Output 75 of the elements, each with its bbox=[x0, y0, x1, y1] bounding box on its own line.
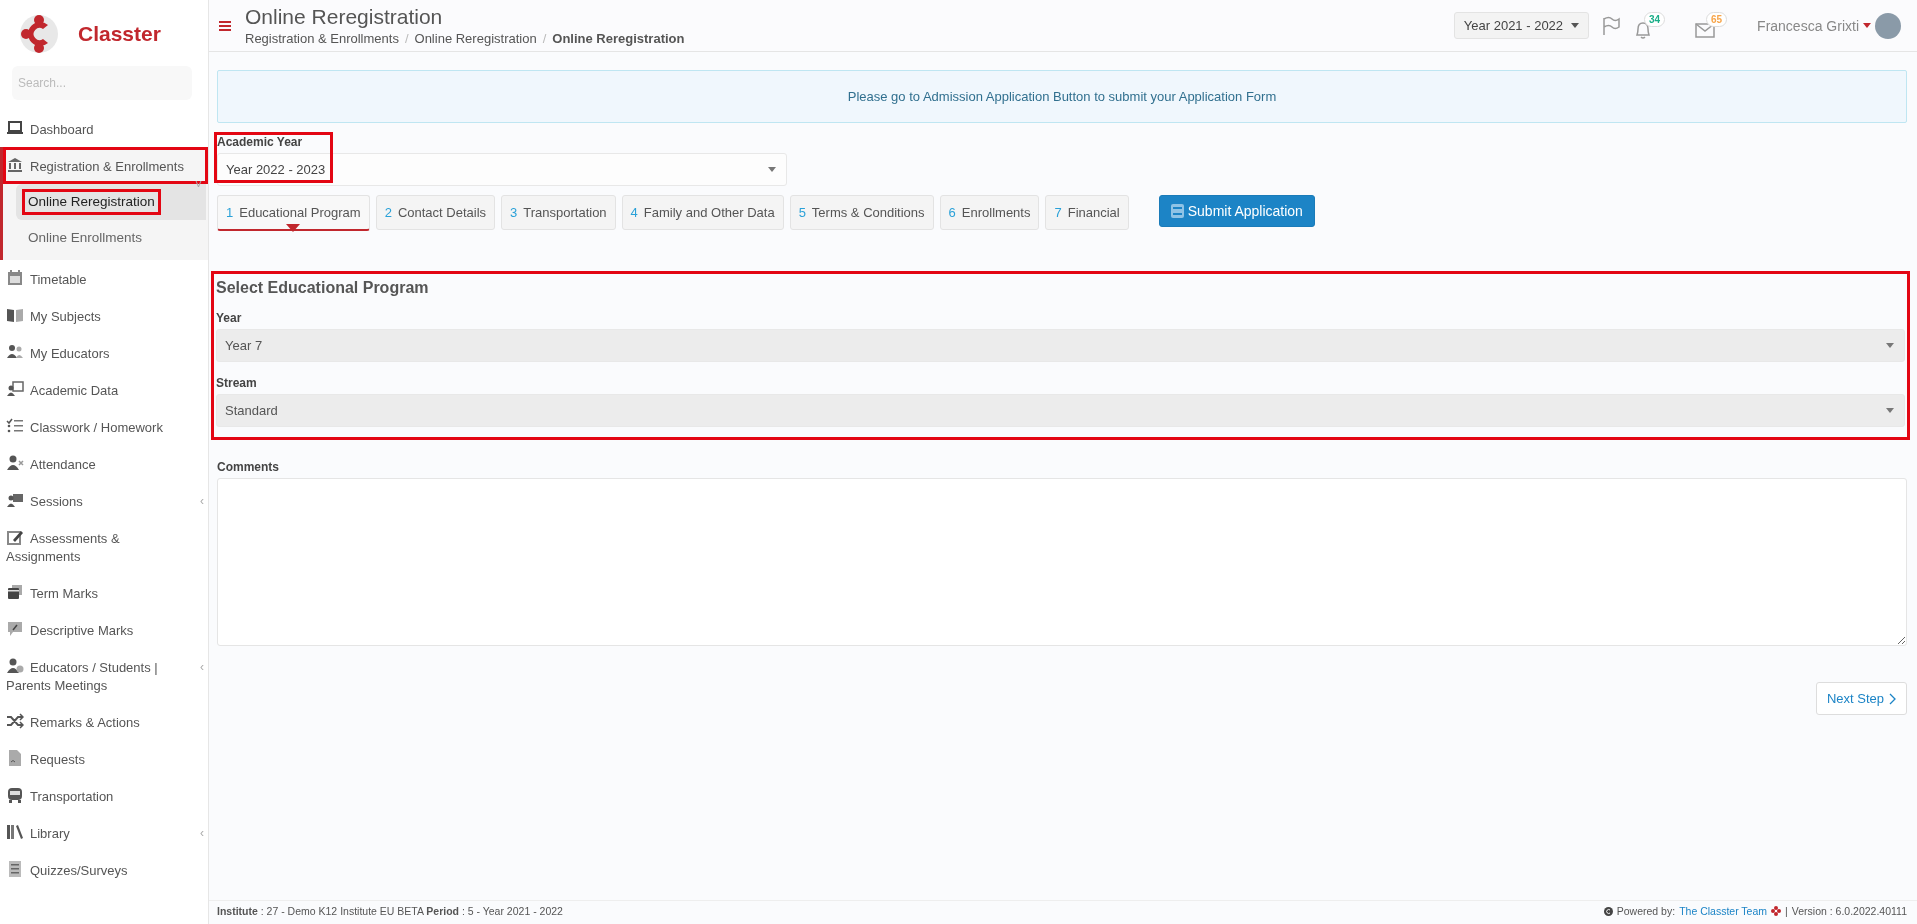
sidebar-item[interactable]: Library ‹ bbox=[0, 814, 208, 851]
sidebar-item[interactable]: Academic Data bbox=[0, 371, 208, 408]
powered-by-label: Powered by: bbox=[1616, 905, 1676, 917]
breadcrumb-item[interactable]: Online Reregistration bbox=[414, 31, 537, 46]
sidebar-item[interactable]: My Educators bbox=[0, 334, 208, 371]
comment-icon bbox=[6, 619, 24, 638]
page-title: Online Reregistration bbox=[245, 5, 444, 29]
flag-icon[interactable] bbox=[1601, 15, 1622, 36]
search-field[interactable]: Search... bbox=[12, 66, 192, 100]
sidebar-item[interactable]: My Subjects bbox=[0, 297, 208, 334]
submenu-item[interactable]: Online Enrollments bbox=[16, 220, 206, 256]
footer-separator: | bbox=[1785, 905, 1788, 917]
save-icon bbox=[1170, 204, 1184, 218]
breadcrumb-item[interactable]: Registration & Enrollments bbox=[245, 31, 399, 46]
step-tab[interactable]: 7 Financial bbox=[1045, 195, 1129, 230]
step-tab[interactable]: 6 Enrollments bbox=[939, 195, 1040, 230]
step-tab[interactable]: 2 Contact Details bbox=[375, 195, 496, 230]
books-icon bbox=[6, 822, 24, 841]
next-step-button[interactable]: Next Step bbox=[1815, 682, 1907, 715]
section-title: Select Educational Program bbox=[216, 279, 430, 297]
sidebar-item[interactable]: Attendance bbox=[0, 445, 208, 482]
comments-field[interactable] bbox=[217, 478, 1907, 646]
cards-icon bbox=[6, 582, 24, 601]
menu-icon[interactable] bbox=[219, 18, 233, 33]
shuffle-icon bbox=[6, 711, 24, 730]
bank-icon bbox=[6, 155, 24, 174]
info-alert: Please go to Admission Application Button to submit your Application Form bbox=[217, 70, 1907, 123]
academic-year-select[interactable]: Year 2022 - 2023 bbox=[217, 153, 787, 186]
list-icon bbox=[6, 859, 24, 878]
sidebar-item[interactable]: Classwork / Homework bbox=[0, 408, 208, 445]
year-dropdown[interactable]: Year 2021 - 2022 bbox=[1453, 12, 1590, 39]
brand-name: Classter bbox=[78, 22, 161, 46]
calendar-icon bbox=[6, 268, 24, 287]
avatar bbox=[1875, 12, 1901, 39]
sidebar-item[interactable]: Educators / Students | Parents Meetings ‹ bbox=[0, 648, 208, 703]
field-label: Year bbox=[216, 311, 243, 325]
sidebar-item[interactable]: Term Marks bbox=[0, 574, 208, 611]
field-label: Stream bbox=[216, 376, 258, 390]
users-icon bbox=[6, 342, 24, 361]
step-tab[interactable]: 1 Educational Program bbox=[217, 195, 370, 231]
logo-icon bbox=[18, 13, 60, 55]
sidebar-item[interactable]: Remarks & Actions bbox=[0, 703, 208, 740]
field-label: Comments bbox=[217, 460, 280, 474]
laptop-icon bbox=[6, 118, 24, 137]
sidebar-item[interactable]: Timetable bbox=[0, 260, 208, 297]
bus-icon bbox=[6, 785, 24, 804]
footer-info: Institute : 27 - Demo K12 Institute EU BETA Period : 5 - Year 2021 - 2022 bbox=[217, 905, 563, 917]
logo-icon bbox=[1771, 906, 1782, 916]
sidebar-item[interactable]: Transportation bbox=[0, 777, 208, 814]
step-tab[interactable]: 4 Family and Other Data bbox=[621, 195, 784, 230]
sidebar-item[interactable]: Quizzes/Surveys bbox=[0, 851, 208, 888]
presentation-icon bbox=[6, 379, 24, 398]
step-tab[interactable]: 5 Terms & Conditions bbox=[789, 195, 934, 230]
sidebar-item[interactable]: Dashboard bbox=[0, 110, 208, 147]
step-tab[interactable]: 3 Transportation bbox=[501, 195, 616, 230]
user-x-icon bbox=[6, 453, 24, 472]
document-icon bbox=[6, 748, 24, 767]
sidebar-item[interactable]: Descriptive Marks bbox=[0, 611, 208, 648]
breadcrumb-item: Online Reregistration bbox=[552, 31, 685, 46]
sidebar-item[interactable]: Requests bbox=[0, 740, 208, 777]
team-link[interactable]: The Classter Team bbox=[1679, 905, 1768, 917]
submit-application-button[interactable]: Submit Application bbox=[1158, 195, 1315, 227]
field-label: Academic Year bbox=[217, 135, 304, 149]
count-badge: 34 bbox=[1643, 11, 1666, 27]
user-clock-icon bbox=[6, 656, 24, 675]
breadcrumb-separator: / bbox=[542, 31, 547, 46]
version-label: Version : 6.0.2022.40111 bbox=[1791, 905, 1907, 917]
copyright-icon bbox=[1603, 906, 1613, 916]
count-badge: 65 bbox=[1705, 11, 1728, 27]
checklist-icon bbox=[6, 416, 24, 435]
user-menu[interactable]: Francesca Grixti bbox=[1757, 12, 1901, 39]
sidebar-item[interactable]: Assessments & Assignments bbox=[0, 519, 208, 574]
chevron-right-icon bbox=[1889, 692, 1896, 705]
breadcrumb-separator: / bbox=[404, 31, 409, 46]
sidebar-item[interactable]: Sessions ‹ bbox=[0, 482, 208, 519]
